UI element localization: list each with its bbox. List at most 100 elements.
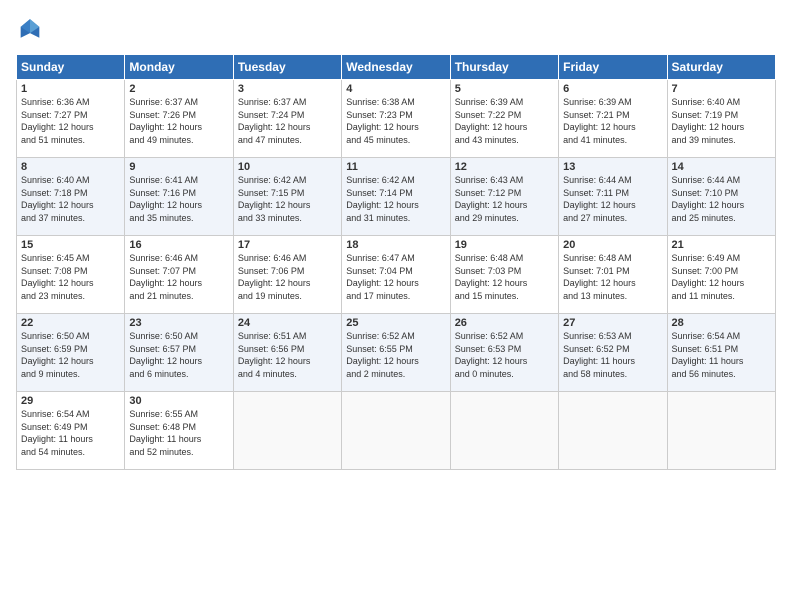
calendar-cell: 4Sunrise: 6:38 AMSunset: 7:23 PMDaylight… (342, 80, 450, 158)
cell-info: Sunrise: 6:53 AMSunset: 6:52 PMDaylight:… (563, 330, 662, 380)
day-number: 2 (129, 83, 228, 95)
cell-info: Sunrise: 6:41 AMSunset: 7:16 PMDaylight:… (129, 174, 228, 224)
cell-info: Sunrise: 6:48 AMSunset: 7:03 PMDaylight:… (455, 252, 554, 302)
day-number: 28 (672, 317, 771, 329)
calendar-cell: 24Sunrise: 6:51 AMSunset: 6:56 PMDayligh… (233, 314, 341, 392)
cell-info: Sunrise: 6:44 AMSunset: 7:10 PMDaylight:… (672, 174, 771, 224)
day-number: 16 (129, 239, 228, 251)
calendar-header-row: SundayMondayTuesdayWednesdayThursdayFrid… (17, 55, 776, 80)
calendar-cell: 28Sunrise: 6:54 AMSunset: 6:51 PMDayligh… (667, 314, 775, 392)
day-number: 27 (563, 317, 662, 329)
day-number: 23 (129, 317, 228, 329)
day-number: 7 (672, 83, 771, 95)
cell-info: Sunrise: 6:48 AMSunset: 7:01 PMDaylight:… (563, 252, 662, 302)
day-number: 9 (129, 161, 228, 173)
cell-info: Sunrise: 6:43 AMSunset: 7:12 PMDaylight:… (455, 174, 554, 224)
cell-info: Sunrise: 6:47 AMSunset: 7:04 PMDaylight:… (346, 252, 445, 302)
cell-info: Sunrise: 6:42 AMSunset: 7:15 PMDaylight:… (238, 174, 337, 224)
day-number: 17 (238, 239, 337, 251)
day-number: 20 (563, 239, 662, 251)
cell-info: Sunrise: 6:52 AMSunset: 6:55 PMDaylight:… (346, 330, 445, 380)
logo-icon (16, 16, 44, 44)
calendar-cell (342, 392, 450, 470)
calendar-cell: 30Sunrise: 6:55 AMSunset: 6:48 PMDayligh… (125, 392, 233, 470)
weekday-header: Wednesday (342, 55, 450, 80)
calendar-cell: 14Sunrise: 6:44 AMSunset: 7:10 PMDayligh… (667, 158, 775, 236)
cell-info: Sunrise: 6:49 AMSunset: 7:00 PMDaylight:… (672, 252, 771, 302)
day-number: 10 (238, 161, 337, 173)
calendar-week-row: 15Sunrise: 6:45 AMSunset: 7:08 PMDayligh… (17, 236, 776, 314)
cell-info: Sunrise: 6:46 AMSunset: 7:07 PMDaylight:… (129, 252, 228, 302)
calendar-table: SundayMondayTuesdayWednesdayThursdayFrid… (16, 54, 776, 470)
cell-info: Sunrise: 6:46 AMSunset: 7:06 PMDaylight:… (238, 252, 337, 302)
cell-info: Sunrise: 6:54 AMSunset: 6:51 PMDaylight:… (672, 330, 771, 380)
day-number: 12 (455, 161, 554, 173)
calendar-cell: 12Sunrise: 6:43 AMSunset: 7:12 PMDayligh… (450, 158, 558, 236)
logo (16, 16, 48, 44)
cell-info: Sunrise: 6:50 AMSunset: 6:57 PMDaylight:… (129, 330, 228, 380)
calendar-week-row: 22Sunrise: 6:50 AMSunset: 6:59 PMDayligh… (17, 314, 776, 392)
cell-info: Sunrise: 6:44 AMSunset: 7:11 PMDaylight:… (563, 174, 662, 224)
calendar-cell: 27Sunrise: 6:53 AMSunset: 6:52 PMDayligh… (559, 314, 667, 392)
calendar-week-row: 29Sunrise: 6:54 AMSunset: 6:49 PMDayligh… (17, 392, 776, 470)
day-number: 8 (21, 161, 120, 173)
calendar-cell: 10Sunrise: 6:42 AMSunset: 7:15 PMDayligh… (233, 158, 341, 236)
day-number: 13 (563, 161, 662, 173)
calendar-cell: 1Sunrise: 6:36 AMSunset: 7:27 PMDaylight… (17, 80, 125, 158)
calendar-cell: 16Sunrise: 6:46 AMSunset: 7:07 PMDayligh… (125, 236, 233, 314)
calendar-cell: 7Sunrise: 6:40 AMSunset: 7:19 PMDaylight… (667, 80, 775, 158)
day-number: 18 (346, 239, 445, 251)
day-number: 24 (238, 317, 337, 329)
calendar-cell: 15Sunrise: 6:45 AMSunset: 7:08 PMDayligh… (17, 236, 125, 314)
day-number: 4 (346, 83, 445, 95)
cell-info: Sunrise: 6:37 AMSunset: 7:24 PMDaylight:… (238, 96, 337, 146)
cell-info: Sunrise: 6:52 AMSunset: 6:53 PMDaylight:… (455, 330, 554, 380)
cell-info: Sunrise: 6:55 AMSunset: 6:48 PMDaylight:… (129, 408, 228, 458)
day-number: 3 (238, 83, 337, 95)
calendar-cell (559, 392, 667, 470)
cell-info: Sunrise: 6:50 AMSunset: 6:59 PMDaylight:… (21, 330, 120, 380)
calendar-cell: 2Sunrise: 6:37 AMSunset: 7:26 PMDaylight… (125, 80, 233, 158)
cell-info: Sunrise: 6:37 AMSunset: 7:26 PMDaylight:… (129, 96, 228, 146)
day-number: 29 (21, 395, 120, 407)
day-number: 19 (455, 239, 554, 251)
weekday-header: Sunday (17, 55, 125, 80)
day-number: 15 (21, 239, 120, 251)
cell-info: Sunrise: 6:40 AMSunset: 7:19 PMDaylight:… (672, 96, 771, 146)
calendar-cell (450, 392, 558, 470)
calendar-cell: 25Sunrise: 6:52 AMSunset: 6:55 PMDayligh… (342, 314, 450, 392)
calendar-body: 1Sunrise: 6:36 AMSunset: 7:27 PMDaylight… (17, 80, 776, 470)
calendar-cell: 5Sunrise: 6:39 AMSunset: 7:22 PMDaylight… (450, 80, 558, 158)
calendar-cell: 8Sunrise: 6:40 AMSunset: 7:18 PMDaylight… (17, 158, 125, 236)
calendar-cell: 22Sunrise: 6:50 AMSunset: 6:59 PMDayligh… (17, 314, 125, 392)
calendar-cell: 13Sunrise: 6:44 AMSunset: 7:11 PMDayligh… (559, 158, 667, 236)
calendar-cell: 20Sunrise: 6:48 AMSunset: 7:01 PMDayligh… (559, 236, 667, 314)
calendar-cell (233, 392, 341, 470)
page-header (16, 16, 776, 44)
calendar-cell: 9Sunrise: 6:41 AMSunset: 7:16 PMDaylight… (125, 158, 233, 236)
cell-info: Sunrise: 6:38 AMSunset: 7:23 PMDaylight:… (346, 96, 445, 146)
cell-info: Sunrise: 6:39 AMSunset: 7:21 PMDaylight:… (563, 96, 662, 146)
day-number: 1 (21, 83, 120, 95)
day-number: 21 (672, 239, 771, 251)
cell-info: Sunrise: 6:40 AMSunset: 7:18 PMDaylight:… (21, 174, 120, 224)
day-number: 22 (21, 317, 120, 329)
day-number: 25 (346, 317, 445, 329)
day-number: 5 (455, 83, 554, 95)
weekday-header: Tuesday (233, 55, 341, 80)
calendar-cell: 6Sunrise: 6:39 AMSunset: 7:21 PMDaylight… (559, 80, 667, 158)
weekday-header: Monday (125, 55, 233, 80)
calendar-cell: 26Sunrise: 6:52 AMSunset: 6:53 PMDayligh… (450, 314, 558, 392)
cell-info: Sunrise: 6:39 AMSunset: 7:22 PMDaylight:… (455, 96, 554, 146)
calendar-cell: 23Sunrise: 6:50 AMSunset: 6:57 PMDayligh… (125, 314, 233, 392)
day-number: 11 (346, 161, 445, 173)
calendar-cell: 21Sunrise: 6:49 AMSunset: 7:00 PMDayligh… (667, 236, 775, 314)
day-number: 14 (672, 161, 771, 173)
cell-info: Sunrise: 6:51 AMSunset: 6:56 PMDaylight:… (238, 330, 337, 380)
calendar-cell: 18Sunrise: 6:47 AMSunset: 7:04 PMDayligh… (342, 236, 450, 314)
day-number: 26 (455, 317, 554, 329)
calendar-cell: 17Sunrise: 6:46 AMSunset: 7:06 PMDayligh… (233, 236, 341, 314)
calendar-week-row: 8Sunrise: 6:40 AMSunset: 7:18 PMDaylight… (17, 158, 776, 236)
cell-info: Sunrise: 6:42 AMSunset: 7:14 PMDaylight:… (346, 174, 445, 224)
cell-info: Sunrise: 6:54 AMSunset: 6:49 PMDaylight:… (21, 408, 120, 458)
